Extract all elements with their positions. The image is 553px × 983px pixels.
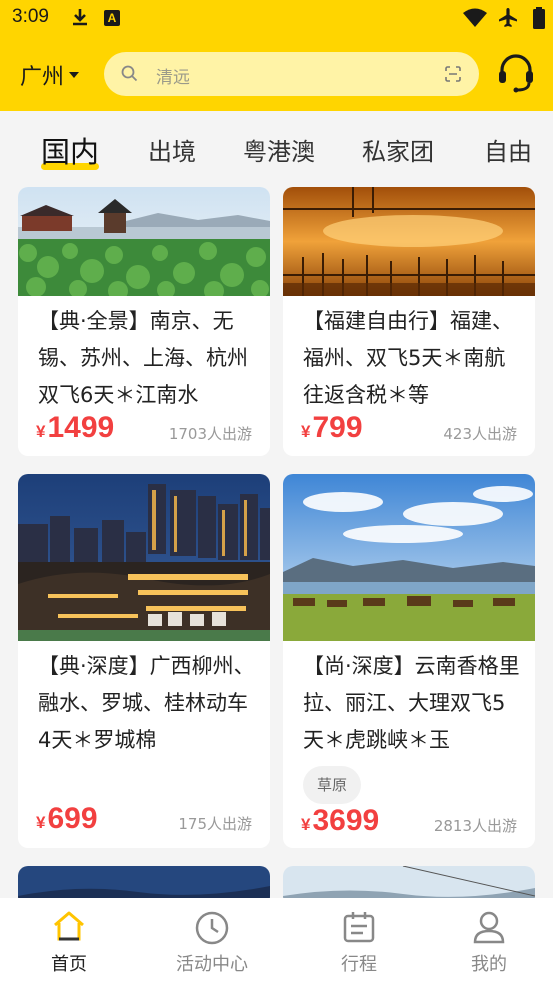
product-price: ¥799: [301, 411, 363, 444]
search-icon: [121, 65, 138, 86]
product-image: [18, 474, 270, 641]
customer-service-headset-icon[interactable]: [496, 52, 536, 98]
status-bar: 3:09 A: [0, 0, 553, 36]
tab-gba[interactable]: 粤港澳: [243, 132, 315, 167]
traveler-count: 175人出游: [178, 815, 252, 833]
wifi-icon: [462, 8, 488, 32]
traveler-count: 1703人出游: [168, 425, 252, 443]
product-price: ¥699: [36, 802, 98, 835]
app-notification-icon: A: [104, 10, 120, 26]
product-image: [283, 474, 535, 641]
status-time: 3:09: [12, 6, 49, 27]
category-tabs: 国内 出境 粤港澳 私家团 自由: [0, 111, 553, 187]
product-title: 【典·全景】南京、无锡、苏州、上海、杭州双飞6天＊江南水: [38, 309, 248, 407]
product-tag: 草原: [303, 766, 362, 804]
product-price: ¥1499: [36, 411, 115, 444]
product-title: 【福建自由行】福建、福州、双飞5天＊南航往返含税＊等: [303, 309, 513, 407]
tab-outbound[interactable]: 出境: [148, 132, 196, 167]
product-title: 【尚·深度】云南香格里拉、丽江、大理双飞5天＊虎跳峡＊玉: [303, 654, 520, 752]
nav-home[interactable]: 首页: [0, 898, 138, 983]
clock-icon: [194, 910, 230, 950]
search-placeholder: 清远: [156, 68, 190, 88]
search-bar[interactable]: 清远: [104, 52, 479, 96]
app-header: 3:09 A 广州 清远: [0, 0, 553, 111]
nav-label: 行程: [341, 954, 377, 975]
home-icon: [52, 910, 86, 946]
scan-icon[interactable]: [445, 66, 461, 86]
nav-itinerary[interactable]: 行程: [290, 898, 428, 983]
product-card[interactable]: 【典·深度】广西柳州、融水、罗城、桂林动车4天＊罗城棉 ¥699 175人出游: [18, 474, 270, 848]
calendar-icon: [342, 910, 376, 948]
airplane-mode-icon: [497, 7, 519, 33]
product-price: ¥3699: [301, 804, 380, 837]
download-icon: [70, 7, 90, 31]
tab-private-group[interactable]: 私家团: [362, 132, 434, 167]
product-card[interactable]: 【典·全景】南京、无锡、苏州、上海、杭州双飞6天＊江南水 ¥1499 1703人…: [18, 187, 270, 456]
battery-icon: [533, 7, 545, 33]
bottom-navigation: 首页 活动中心 行程 我的: [0, 898, 553, 983]
nav-activity-center[interactable]: 活动中心: [143, 898, 281, 983]
traveler-count: 2813人出游: [433, 817, 517, 835]
product-image: [283, 187, 535, 296]
product-card[interactable]: 【尚·深度】云南香格里拉、丽江、大理双飞5天＊虎跳峡＊玉 草原 ¥3699 28…: [283, 474, 535, 848]
nav-label: 我的: [471, 954, 507, 975]
nav-profile[interactable]: 我的: [420, 898, 553, 983]
city-label: 广州: [20, 65, 65, 90]
nav-label: 活动中心: [176, 954, 248, 975]
city-selector[interactable]: 广州: [20, 59, 80, 91]
tab-domestic[interactable]: 国内: [41, 129, 100, 171]
nav-label: 首页: [51, 954, 87, 975]
caret-down-icon: [69, 72, 80, 78]
tab-free-travel[interactable]: 自由: [484, 132, 532, 167]
traveler-count: 423人出游: [443, 425, 517, 443]
product-image: [18, 187, 270, 296]
product-card[interactable]: 【福建自由行】福建、福州、双飞5天＊南航往返含税＊等 ¥799 423人出游: [283, 187, 535, 456]
user-icon: [472, 910, 506, 948]
product-title: 【典·深度】广西柳州、融水、罗城、桂林动车4天＊罗城棉: [38, 654, 255, 752]
